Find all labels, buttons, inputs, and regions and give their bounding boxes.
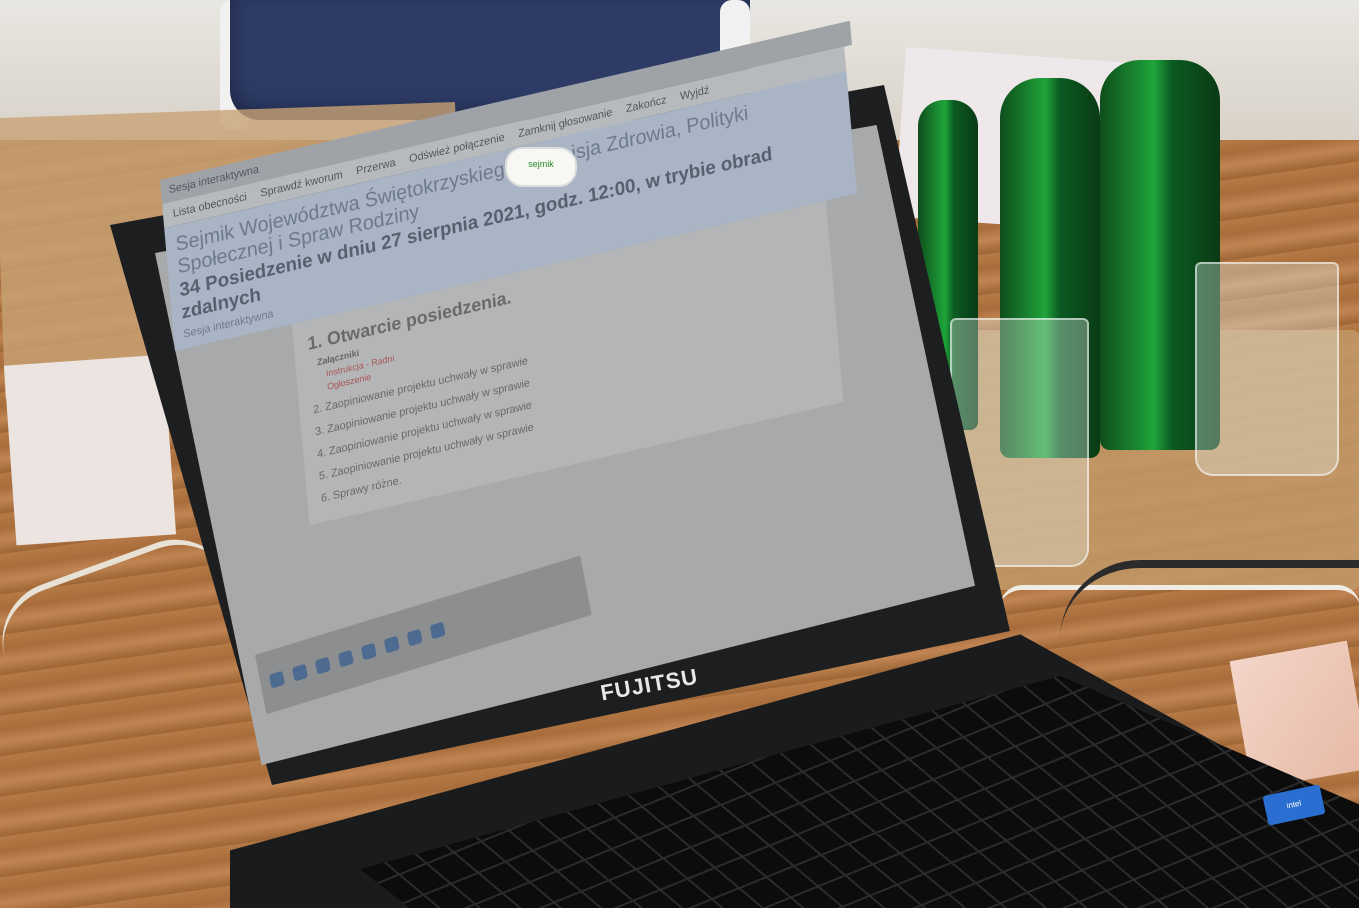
- firefox-icon[interactable]: [406, 628, 423, 647]
- mail-icon[interactable]: [383, 635, 400, 654]
- drinking-glass: [1195, 262, 1339, 476]
- nav-exit[interactable]: Wyjdź: [680, 84, 710, 103]
- nav-break[interactable]: Przerwa: [356, 157, 396, 178]
- task-view-icon[interactable]: [314, 656, 331, 675]
- webcam-cover-label: sejmik: [528, 159, 554, 169]
- start-icon[interactable]: [268, 670, 286, 689]
- webcam-cover: sejmik: [505, 147, 577, 187]
- search-icon[interactable]: [291, 663, 309, 682]
- explorer-icon[interactable]: [337, 649, 354, 668]
- paper-sheet: [3, 354, 177, 546]
- edge-icon[interactable]: [360, 642, 377, 661]
- chrome-icon[interactable]: [429, 621, 446, 640]
- usb-cable: [1060, 560, 1359, 688]
- nav-end[interactable]: Zakończ: [625, 94, 667, 115]
